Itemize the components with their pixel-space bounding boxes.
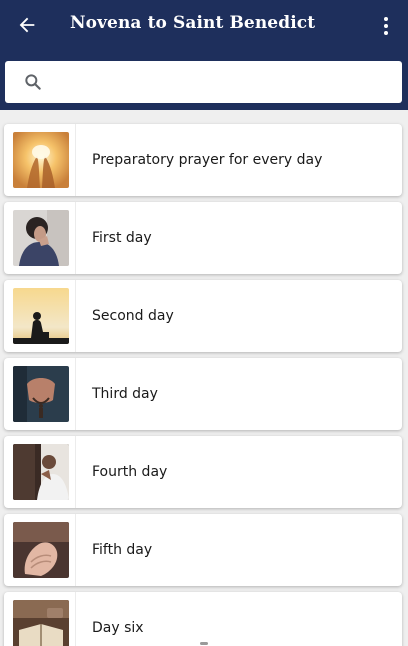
praying-hands-sunlight-image — [13, 132, 69, 188]
clasped-hands-image — [13, 522, 69, 578]
list-item-label: Fourth day — [92, 464, 168, 480]
search-icon — [22, 71, 44, 93]
hands-with-rosary-image — [13, 366, 69, 422]
list-item[interactable]: Fourth day — [4, 436, 402, 508]
list-item[interactable]: First day — [4, 202, 402, 274]
man-praying-by-window-image — [13, 444, 69, 500]
app-title: Novena to Saint Benedict — [70, 13, 316, 33]
arrow-left-icon — [19, 17, 35, 33]
list-item-label: Second day — [92, 308, 174, 324]
list-item-label: First day — [92, 230, 152, 246]
woman-praying-image — [13, 210, 69, 266]
app-bar: Novena to Saint Benedict — [0, 0, 408, 110]
novena-day-list: Preparatory prayer for every day First d… — [0, 110, 408, 646]
list-item[interactable]: Second day — [4, 280, 402, 352]
back-button[interactable] — [12, 10, 42, 40]
overflow-menu-button[interactable] — [376, 12, 396, 40]
more-vertical-icon — [384, 17, 388, 21]
list-item-label: Preparatory prayer for every day — [92, 152, 323, 168]
open-bible-image — [13, 600, 69, 646]
list-item[interactable]: Preparatory prayer for every day — [4, 124, 402, 196]
search-input[interactable] — [54, 60, 402, 104]
list-item[interactable]: Third day — [4, 358, 402, 430]
app-screen: Novena to Saint Benedict Preparatory pra… — [0, 0, 408, 646]
list-item-label: Third day — [92, 386, 158, 402]
kneeling-silhouette-sunset-image — [13, 288, 69, 344]
list-item[interactable]: Fifth day — [4, 514, 402, 586]
list-item[interactable]: Day six — [4, 592, 402, 646]
list-item-label: Day six — [92, 620, 144, 636]
list-item-label: Fifth day — [92, 542, 153, 558]
search-bar — [5, 60, 402, 104]
scroll-indicator — [200, 642, 208, 645]
